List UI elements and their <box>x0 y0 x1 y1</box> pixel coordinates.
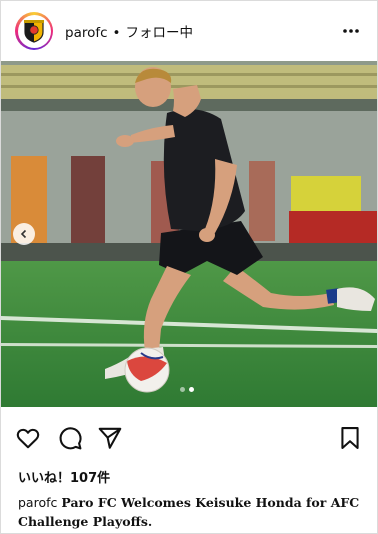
bookmark-icon <box>341 427 359 449</box>
avatar[interactable] <box>15 12 53 50</box>
more-horizontal-icon <box>343 29 359 33</box>
comment-button[interactable] <box>57 425 83 451</box>
caption-text: Paro FC Welcomes Keisuke Honda for AFC C… <box>18 495 360 529</box>
paper-plane-icon <box>98 427 122 449</box>
like-count[interactable]: いいね！107件 <box>18 467 110 486</box>
carousel-prev-button[interactable] <box>13 223 35 245</box>
post-header: parofc • フォロー中 <box>1 1 377 61</box>
post-image[interactable] <box>1 61 377 407</box>
heart-icon <box>16 428 40 449</box>
username-link[interactable]: parofc <box>65 25 108 41</box>
post-caption: parofc Paro FC Welcomes Keisuke Honda for… <box>18 493 363 531</box>
player-photo <box>1 61 377 407</box>
carousel-dot <box>180 387 185 392</box>
carousel-indicator <box>180 387 194 392</box>
more-options-button[interactable] <box>339 19 363 43</box>
post-card: parofc • フォロー中 いいね！107件 parofc Paro FC W… <box>0 0 378 534</box>
like-button[interactable] <box>15 425 41 451</box>
carousel-dot-active <box>189 387 194 392</box>
comment-bubble-icon <box>59 427 82 450</box>
separator: • <box>112 25 121 41</box>
post-author: parofc • フォロー中 <box>65 21 193 41</box>
club-logo <box>17 14 51 48</box>
follow-status[interactable]: フォロー中 <box>126 25 194 41</box>
share-button[interactable] <box>97 425 123 451</box>
post-actions <box>1 409 377 461</box>
chevron-left-icon <box>20 229 27 239</box>
caption-username[interactable]: parofc <box>18 495 57 510</box>
save-button[interactable] <box>337 425 363 451</box>
football <box>124 347 170 393</box>
